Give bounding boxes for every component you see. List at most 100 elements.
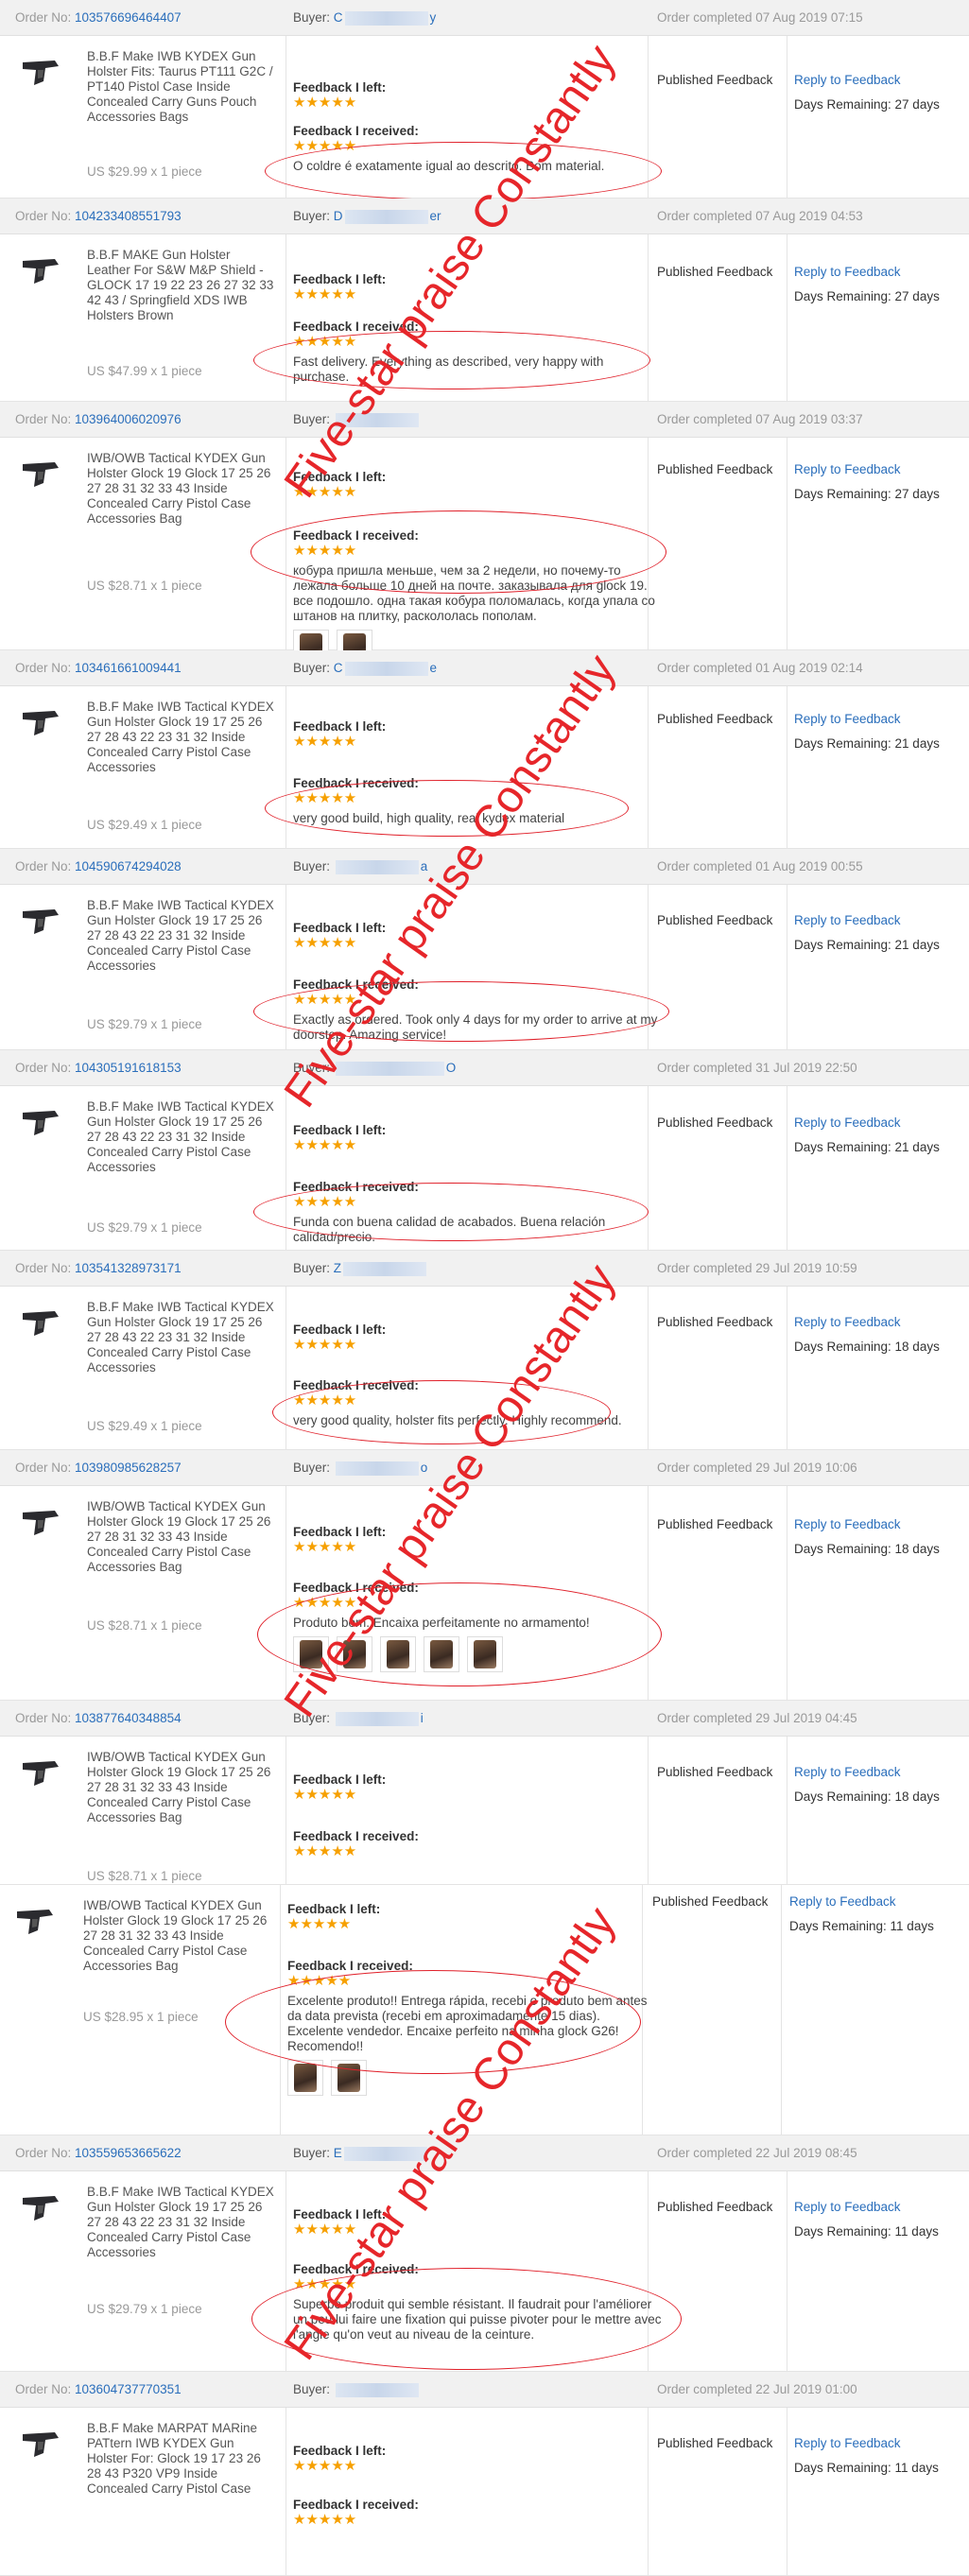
feedback-received-text: Exactly as ordered. Took only 4 days for… — [293, 1012, 658, 1042]
reply-to-feedback-link[interactable]: Reply to Feedback — [794, 73, 901, 87]
reply-to-feedback-link[interactable]: Reply to Feedback — [794, 712, 901, 726]
reply-to-feedback-link[interactable]: Reply to Feedback — [794, 1517, 901, 1531]
product-title[interactable]: B.B.F Make IWB Tactical KYDEX Gun Holste… — [87, 1300, 276, 1375]
order-number-link[interactable]: 103559653665622 — [75, 2146, 182, 2160]
order-number-link[interactable]: 103877640348854 — [75, 1711, 182, 1725]
order-number: Order No: 103559653665622 — [15, 2146, 182, 2160]
feedback-left-block: Feedback I left: ★★★★★ — [293, 470, 652, 501]
feedback-received-text: Superbe produit qui semble résistant. Il… — [293, 2297, 662, 2342]
reply-to-feedback-link[interactable]: Reply to Feedback — [794, 2200, 901, 2214]
product-thumbnail[interactable] — [11, 1902, 57, 1940]
order-status: Order completed 29 Jul 2019 04:45 — [657, 1711, 857, 1725]
order-number-link[interactable]: 103964006020976 — [75, 412, 182, 426]
buyer-name-link-end[interactable]: y — [430, 10, 437, 25]
reply-to-feedback-link[interactable]: Reply to Feedback — [794, 1765, 901, 1779]
product-title[interactable]: IWB/OWB Tactical KYDEX Gun Holster Glock… — [83, 1898, 272, 1974]
order-number-link[interactable]: 104590674294028 — [75, 859, 182, 873]
photo-image-icon — [337, 2064, 360, 2092]
buyer-name-link-end[interactable]: i — [421, 1711, 424, 1725]
order-number-link[interactable]: 103576696464407 — [75, 10, 182, 25]
product-thumbnail[interactable] — [17, 1304, 62, 1341]
order-number-link[interactable]: 103461661009441 — [75, 661, 182, 675]
order-number-link[interactable]: 103604737770351 — [75, 2382, 182, 2396]
feedback-left-block: Feedback I left: ★★★★★ — [293, 1123, 652, 1154]
reply-to-feedback-link[interactable]: Reply to Feedback — [794, 462, 901, 476]
order-number-link[interactable]: 103980985628257 — [75, 1461, 182, 1475]
product-thumbnail[interactable] — [17, 455, 62, 493]
buyer-name-link[interactable]: C — [334, 661, 343, 675]
buyer-name-link-end[interactable]: O — [446, 1061, 457, 1075]
buyer: Buyer: a — [293, 859, 427, 874]
product-thumbnail[interactable] — [17, 1103, 62, 1141]
order-body: B.B.F Make IWB Tactical KYDEX Gun Holste… — [0, 885, 969, 1050]
order-header: Order No: 103559653665622 Buyer: E Order c… — [0, 2135, 969, 2171]
order-status: Order completed 07 Aug 2019 03:37 — [657, 412, 863, 426]
column-divider — [781, 1885, 782, 2135]
buyer: Buyer: O — [293, 1061, 456, 1076]
buyer-name-link-end[interactable]: a — [421, 859, 428, 873]
product-title[interactable]: B.B.F Make IWB Tactical KYDEX Gun Holste… — [87, 2185, 276, 2260]
reply-to-feedback-link[interactable]: Reply to Feedback — [794, 1115, 901, 1130]
published-feedback-status: Published Feedback — [657, 913, 773, 927]
feedback-left-stars: ★★★★★ — [293, 1539, 357, 1555]
order-number-link[interactable]: 104305191618153 — [75, 1061, 182, 1075]
holster-image — [23, 1761, 59, 1786]
feedback-received-block: Feedback I received: ★★★★★ кобура пришла м… — [293, 528, 655, 666]
product-title[interactable]: IWB/OWB Tactical KYDEX Gun Holster Glock… — [87, 1750, 276, 1825]
product-title[interactable]: B.B.F Make IWB Tactical KYDEX Gun Holste… — [87, 898, 276, 974]
product-thumbnail[interactable] — [17, 53, 62, 91]
order-number-label: Order No: — [15, 412, 76, 426]
product-thumbnail[interactable] — [17, 1754, 62, 1791]
review-photo[interactable] — [331, 2060, 367, 2096]
holster-image — [23, 909, 59, 934]
buyer-name-link-end[interactable]: o — [421, 1461, 428, 1475]
feedback-left-title: Feedback I left: — [293, 1323, 387, 1337]
buyer-name-link-end[interactable]: e — [430, 661, 438, 675]
order-number: Order No: 103604737770351 — [15, 2382, 182, 2396]
product-title[interactable]: IWB/OWB Tactical KYDEX Gun Holster Glock… — [87, 1499, 276, 1575]
product-title[interactable]: IWB/OWB Tactical KYDEX Gun Holster Glock… — [87, 451, 276, 527]
feedback-left-title: Feedback I left: — [293, 272, 387, 286]
product-thumbnail[interactable] — [17, 703, 62, 741]
product-thumbnail[interactable] — [17, 251, 62, 289]
product-thumbnail[interactable] — [17, 902, 62, 940]
buyer-name-link[interactable]: E — [334, 2146, 342, 2160]
buyer-name-link[interactable]: D — [334, 209, 343, 223]
review-photo[interactable] — [287, 2060, 323, 2096]
review-photo[interactable] — [424, 1636, 459, 1672]
order-number-link[interactable]: 104233408551793 — [75, 209, 182, 223]
order-number: Order No: 104233408551793 — [15, 209, 182, 223]
reply-to-feedback-link[interactable]: Reply to Feedback — [794, 265, 901, 279]
reply-to-feedback-link[interactable]: Reply to Feedback — [789, 1894, 896, 1909]
buyer-name-link-end[interactable]: er — [430, 209, 441, 223]
feedback-left-block: Feedback I left: ★★★★★ — [293, 1525, 652, 1556]
reply-to-feedback-link[interactable]: Reply to Feedback — [794, 2436, 901, 2450]
buyer-label: Buyer: — [293, 2382, 334, 2396]
feedback-left-stars: ★★★★★ — [293, 1787, 357, 1803]
review-photo[interactable] — [337, 1636, 372, 1672]
product-title[interactable]: B.B.F MAKE Gun Holster Leather For S&W M… — [87, 248, 276, 323]
feedback-received-stars: ★★★★★ — [293, 790, 357, 806]
order-body: B.B.F Make MARPAT MARine PATtern IWB KYD… — [0, 2408, 969, 2576]
product-title[interactable]: B.B.F Make IWB Tactical KYDEX Gun Holste… — [87, 700, 276, 775]
reply-to-feedback-link[interactable]: Reply to Feedback — [794, 1315, 901, 1329]
feedback-received-text: Excelente produto!! Entrega rápida, rece… — [287, 1994, 648, 2053]
product-thumbnail[interactable] — [17, 2425, 62, 2463]
review-photo[interactable] — [380, 1636, 416, 1672]
product-title[interactable]: B.B.F Make MARPAT MARine PATtern IWB KYD… — [87, 2421, 276, 2497]
buyer-label: Buyer: — [293, 1261, 334, 1275]
buyer-label: Buyer: — [293, 1061, 334, 1075]
product-thumbnail[interactable] — [17, 2188, 62, 2226]
order-number: Order No: 103576696464407 — [15, 10, 182, 25]
published-feedback-status: Published Feedback — [657, 2436, 773, 2450]
order-number-link[interactable]: 103541328973171 — [75, 1261, 182, 1275]
product-thumbnail[interactable] — [17, 1503, 62, 1541]
review-photo[interactable] — [467, 1636, 503, 1672]
buyer-name-link[interactable]: C — [334, 10, 343, 25]
buyer-name-link[interactable]: Z — [334, 1261, 341, 1275]
product-title[interactable]: B.B.F Make IWB KYDEX Gun Holster Fits: T… — [87, 49, 276, 125]
order-status: Order completed 31 Jul 2019 22:50 — [657, 1061, 857, 1075]
review-photo[interactable] — [293, 1636, 329, 1672]
reply-to-feedback-link[interactable]: Reply to Feedback — [794, 913, 901, 927]
product-title[interactable]: B.B.F Make IWB Tactical KYDEX Gun Holste… — [87, 1099, 276, 1175]
